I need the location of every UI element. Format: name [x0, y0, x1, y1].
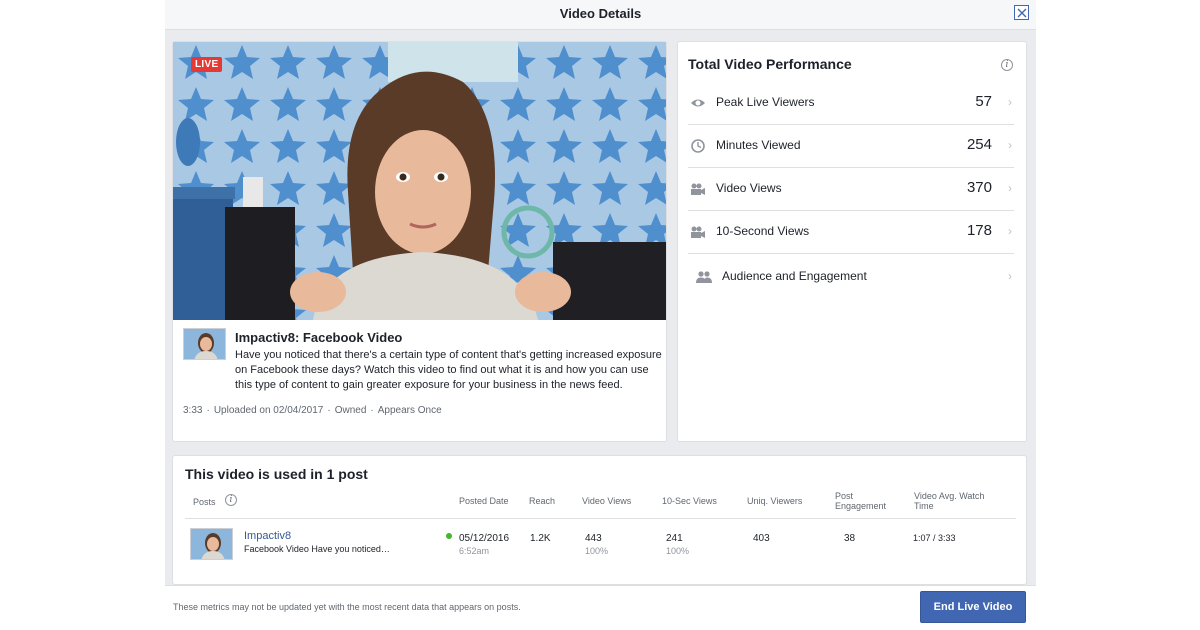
performance-title: Total Video Performance — [688, 56, 852, 72]
post-page-link[interactable]: Impactiv8 — [244, 530, 291, 542]
chevron-right-icon: › — [1008, 181, 1012, 195]
column-header-avg-watch-time[interactable]: Video Avg. Watch Time — [914, 491, 984, 511]
column-header-video-views[interactable]: Video Views — [582, 496, 631, 506]
live-badge: LIVE — [191, 57, 223, 72]
video-title[interactable]: Impactiv8: Facebook Video — [235, 330, 402, 345]
post-info: Impactiv8 Facebook Video Have you notice… — [244, 530, 390, 556]
video-ownership: Owned — [334, 405, 367, 416]
column-header-reach[interactable]: Reach — [529, 496, 555, 506]
post-thumbnail[interactable] — [190, 528, 233, 560]
table-divider — [185, 518, 1016, 519]
video-duration: 3:33 — [183, 405, 203, 416]
perf-row-ten-second-views[interactable]: 10-Second Views 178 › — [688, 211, 1014, 254]
close-button[interactable] — [1014, 5, 1029, 20]
video-upload-date: Uploaded on 02/04/2017 — [213, 405, 324, 416]
perf-label: Minutes Viewed — [716, 138, 801, 152]
performance-card: Total Video Performance i Peak Live View… — [677, 41, 1027, 442]
video-camera-icon — [691, 183, 705, 195]
column-header-posted-date[interactable]: Posted Date — [459, 496, 509, 506]
dialog-title: Video Details — [559, 6, 642, 21]
perf-label: Video Views — [716, 181, 782, 195]
end-live-video-button[interactable]: End Live Video — [920, 591, 1026, 623]
video-appears: Appears Once — [377, 405, 442, 416]
perf-value: 57 — [975, 93, 992, 110]
chevron-right-icon: › — [1008, 95, 1012, 109]
time-value: 6:52am — [459, 546, 490, 556]
chevron-right-icon: › — [1008, 269, 1012, 283]
perf-value: 178 — [966, 222, 992, 239]
clock-icon — [691, 139, 705, 153]
cell-reach: 1.2K — [530, 533, 551, 544]
video-views-percent: 100% — [585, 546, 609, 556]
posts-title: This video is used in 1 post — [185, 466, 368, 482]
chevron-right-icon: › — [1008, 224, 1012, 238]
header-line: Post — [835, 491, 854, 501]
perf-row-minutes-viewed[interactable]: Minutes Viewed 254 › — [688, 125, 1014, 168]
post-text[interactable]: Facebook Video Have you noticed… — [244, 544, 390, 554]
ten-sec-views-percent: 100% — [666, 546, 690, 556]
perf-value: 254 — [966, 136, 992, 153]
close-icon — [1017, 8, 1027, 18]
cell-engagement: 38 — [844, 533, 856, 544]
perf-label: Audience and Engagement — [722, 269, 867, 283]
column-header-ten-sec-views[interactable]: 10-Sec Views — [662, 496, 717, 506]
cell-avg-watch-time: 1:07 / 3:33 — [913, 532, 956, 545]
ten-sec-views-value: 241 — [666, 533, 683, 544]
perf-label: Peak Live Viewers — [716, 95, 815, 109]
video-player[interactable]: LIVE — [173, 42, 666, 320]
cell-uniq-viewers: 403 — [753, 533, 770, 544]
column-header-posts: Posts — [193, 497, 216, 507]
eye-icon — [691, 99, 705, 107]
perf-value: 370 — [966, 179, 992, 196]
video-views-value: 443 — [585, 533, 602, 544]
info-icon[interactable]: i — [1001, 59, 1013, 71]
posts-card: This video is used in 1 post Posts i Pos… — [172, 455, 1027, 585]
avg-watch-value: 1:07 — [913, 533, 931, 543]
column-header-post-engagement[interactable]: Post Engagement — [835, 491, 886, 511]
perf-row-audience-engagement[interactable]: Audience and Engagement › — [688, 256, 1014, 299]
video-details-dialog: Video Details LIVE Impactiv8: Facebook V… — [165, 0, 1036, 630]
dialog-header: Video Details — [165, 0, 1036, 30]
cell-posted-date: 05/12/2016 6:52am — [459, 532, 509, 558]
perf-label: 10-Second Views — [716, 224, 810, 238]
video-meta: 3:33 · Uploaded on 02/04/2017 · Owned · Appear… — [183, 405, 442, 416]
chevron-right-icon: › — [1008, 138, 1012, 152]
column-header-uniq-viewers[interactable]: Uniq. Viewers — [747, 496, 802, 506]
status-dot-icon — [446, 533, 452, 539]
total-time-value: / 3:33 — [933, 533, 956, 543]
date-value: 05/12/2016 — [459, 533, 510, 544]
cell-video-views: 443 100% — [585, 532, 608, 558]
header-line: Video Avg. Watch — [914, 491, 985, 501]
video-frame-image — [173, 42, 666, 320]
footer-note: These metrics may not be updated yet wit… — [173, 602, 521, 612]
perf-row-peak-live-viewers[interactable]: Peak Live Viewers 57 › — [688, 82, 1014, 125]
video-camera-icon — [691, 226, 705, 238]
video-description: Have you noticed that there's a certain … — [235, 349, 662, 391]
cell-ten-sec-views: 241 100% — [666, 532, 689, 558]
video-card: LIVE Impactiv8: Facebook Video Have you … — [172, 41, 667, 442]
info-icon[interactable]: i — [225, 494, 237, 506]
video-thumbnail — [183, 328, 226, 360]
perf-row-video-views[interactable]: Video Views 370 › — [688, 168, 1014, 211]
people-icon — [696, 271, 712, 283]
header-line: Engagement — [835, 501, 887, 511]
header-line: Time — [914, 501, 934, 511]
